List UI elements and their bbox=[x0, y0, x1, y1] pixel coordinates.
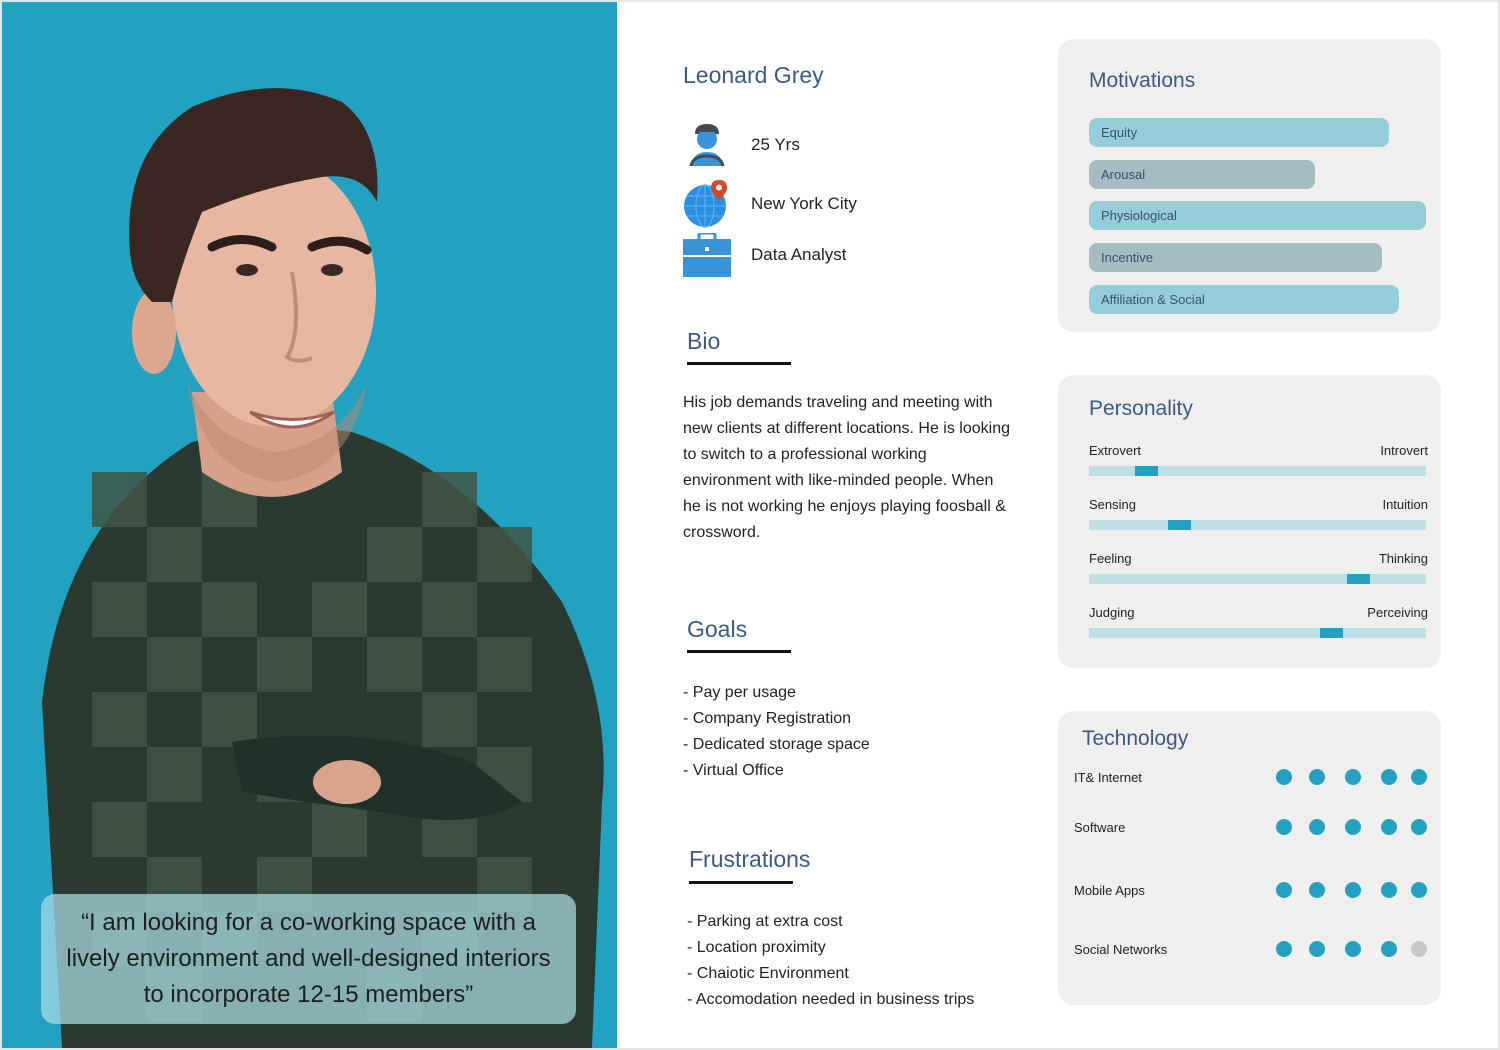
persona-quote: “I am looking for a co-working space wit… bbox=[41, 894, 576, 1024]
frustrations-title: Frustrations bbox=[689, 846, 811, 872]
frustration-item: - Accomodation needed in business trips bbox=[687, 991, 975, 1008]
rating-dot-filled bbox=[1276, 819, 1292, 835]
rating-dot-filled bbox=[1309, 882, 1325, 898]
trait-right-label: Thinking bbox=[1378, 551, 1428, 566]
trait-left-label: Sensing bbox=[1089, 497, 1136, 512]
user-icon bbox=[683, 121, 731, 169]
bio-underline bbox=[687, 362, 791, 365]
rating-dot-filled bbox=[1381, 769, 1397, 785]
rating-dot-filled bbox=[1276, 941, 1292, 957]
globe-location-icon bbox=[683, 180, 731, 228]
personality-card: Personality Extrovert Introvert Sensing Int… bbox=[1058, 375, 1441, 668]
trait-track bbox=[1089, 520, 1426, 530]
frustration-item: - Chaiotic Environment bbox=[687, 965, 849, 982]
rating-dot-filled bbox=[1276, 769, 1292, 785]
goal-item: - Dedicated storage space bbox=[683, 736, 870, 753]
rating-dot-filled bbox=[1309, 941, 1325, 957]
goals-list: - Pay per usage - Company Registration -… bbox=[683, 680, 870, 784]
technology-label: Software bbox=[1074, 820, 1126, 835]
trait-right-label: Introvert bbox=[1380, 443, 1428, 458]
technology-card: Technology IT& Internet Software Mobile Ap… bbox=[1058, 711, 1441, 1005]
trait-marker bbox=[1135, 466, 1158, 476]
goal-item: - Company Registration bbox=[683, 710, 852, 727]
persona-name: Leonard Grey bbox=[683, 62, 824, 88]
motivation-bar: Equity bbox=[1089, 118, 1389, 147]
persona-photo: “I am looking for a co-working space wit… bbox=[2, 2, 617, 1048]
personality-title: Personality bbox=[1089, 397, 1193, 420]
rating-dot-filled bbox=[1411, 882, 1427, 898]
rating-dot-filled bbox=[1309, 819, 1325, 835]
trait-marker bbox=[1168, 520, 1191, 530]
trait-right-label: Perceiving bbox=[1367, 605, 1428, 620]
goals-underline bbox=[687, 650, 791, 653]
rating-dot-filled bbox=[1381, 819, 1397, 835]
portrait-illustration bbox=[42, 88, 604, 1048]
info-age: 25 Yrs bbox=[683, 121, 800, 169]
frustrations-list: - Parking at extra cost - Location proxi… bbox=[687, 909, 974, 1013]
goals-title: Goals bbox=[687, 616, 748, 642]
motivation-bar: Arousal bbox=[1089, 159, 1315, 189]
rating-dot-filled bbox=[1411, 769, 1427, 785]
trait-track bbox=[1089, 466, 1426, 476]
rating-dot-filled bbox=[1345, 769, 1361, 785]
age-text: 25 Yrs bbox=[751, 135, 800, 154]
info-location: New York City bbox=[683, 180, 857, 228]
motivations-card: Motivations Equity Arousal Physiological In… bbox=[1058, 39, 1441, 332]
technology-title: Technology bbox=[1082, 727, 1189, 750]
frustration-item: - Location proximity bbox=[687, 939, 826, 956]
goal-item: - Virtual Office bbox=[683, 762, 784, 779]
trait-marker bbox=[1347, 574, 1370, 584]
technology-label: Social Networks bbox=[1074, 942, 1168, 957]
trait-left-label: Judging bbox=[1089, 605, 1135, 620]
rating-dot-filled bbox=[1309, 769, 1325, 785]
rating-dot-filled bbox=[1345, 882, 1361, 898]
trait-track bbox=[1089, 574, 1426, 584]
rating-dot-filled bbox=[1381, 882, 1397, 898]
motivation-bar: Affiliation & Social bbox=[1089, 284, 1399, 314]
motivation-bar: Incentive bbox=[1089, 243, 1382, 273]
rating-dot-filled bbox=[1276, 882, 1292, 898]
motivations-title: Motivations bbox=[1089, 69, 1196, 92]
briefcase-icon bbox=[683, 231, 731, 279]
bio-title: Bio bbox=[687, 328, 721, 354]
rating-dot-filled bbox=[1345, 941, 1361, 957]
goal-item: - Pay per usage bbox=[683, 684, 796, 701]
rating-dot-filled bbox=[1381, 941, 1397, 957]
trait-right-label: Intuition bbox=[1382, 497, 1428, 512]
trait-marker bbox=[1320, 628, 1343, 638]
trait-left-label: Feeling bbox=[1089, 551, 1132, 566]
rating-dot-filled bbox=[1411, 819, 1427, 835]
rating-dot-filled bbox=[1345, 819, 1361, 835]
technology-label: IT& Internet bbox=[1074, 770, 1142, 785]
bio-text: His job demands traveling and meeting wi… bbox=[683, 394, 1010, 541]
trait-left-label: Extrovert bbox=[1089, 443, 1142, 458]
location-text: New York City bbox=[751, 194, 857, 213]
motivation-bar: Physiological bbox=[1089, 201, 1426, 231]
trait-track bbox=[1089, 628, 1426, 638]
info-occupation: Data Analyst bbox=[683, 231, 846, 279]
technology-label: Mobile Apps bbox=[1074, 883, 1145, 898]
frustrations-underline bbox=[689, 881, 793, 884]
occupation-text: Data Analyst bbox=[751, 245, 847, 264]
rating-dot-empty bbox=[1411, 941, 1427, 957]
frustration-item: - Parking at extra cost bbox=[687, 913, 843, 930]
